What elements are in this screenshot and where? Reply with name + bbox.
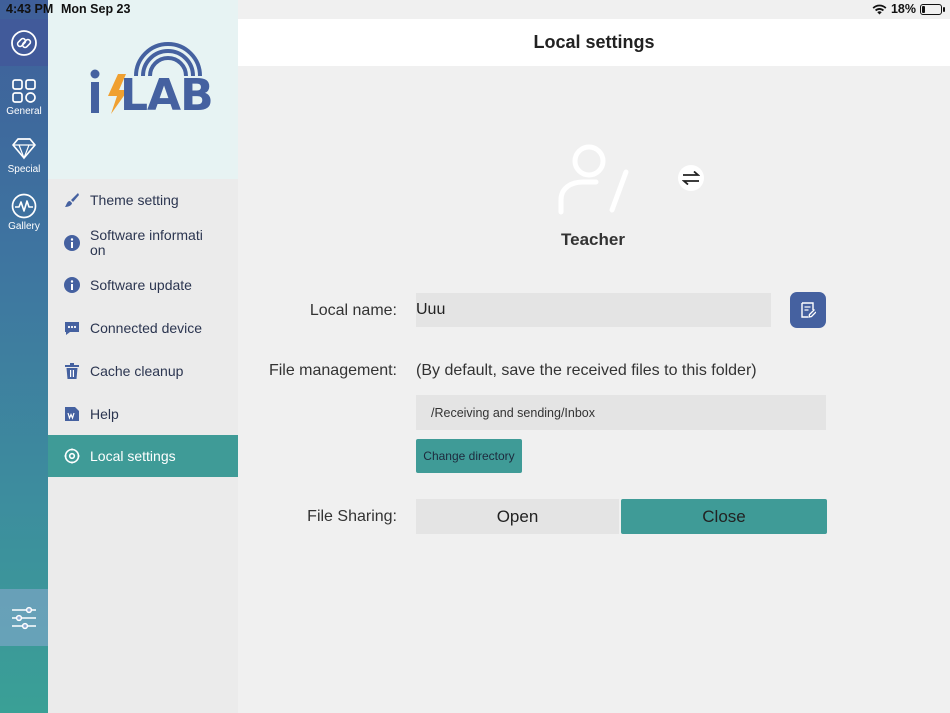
directory-path: /Receiving and sending/Inbox (431, 405, 596, 420)
teacher-avatar (556, 142, 632, 223)
change-directory-button[interactable]: Change directory (416, 439, 522, 473)
menu-item-software-update[interactable]: Software update (48, 264, 238, 306)
file-management-label: File management: (268, 362, 397, 379)
grid-icon (12, 79, 36, 103)
status-date: Mon Sep 23 (61, 2, 131, 16)
swap-arrows-icon (682, 171, 700, 185)
logo-area: LAB i (48, 0, 238, 179)
status-time: 4:43 PM (6, 2, 54, 16)
menu-item-connected-device[interactable]: Connected device (48, 307, 238, 349)
wave-icon (11, 193, 37, 219)
edit-icon (801, 302, 816, 318)
settings-menu: LAB i Theme setting Software information… (48, 0, 238, 713)
diamond-icon (12, 138, 36, 160)
menu-item-help[interactable]: Help (48, 393, 238, 435)
menu-item-label: Local settings (90, 448, 176, 464)
page-title: Local settings (238, 19, 950, 66)
menu-item-theme-setting[interactable]: Theme setting (48, 179, 238, 221)
rail-item-general[interactable]: General (0, 72, 48, 128)
teacher-user-icon (558, 144, 629, 215)
menu-item-label: Help (90, 406, 119, 422)
chat-icon (64, 320, 80, 336)
rail-item-label: Special (7, 164, 41, 175)
document-icon (64, 406, 80, 422)
navigation-rail: General Special Gallery (0, 0, 48, 713)
logo-text: LAB (120, 74, 214, 118)
trash-icon (64, 363, 80, 379)
rail-item-special[interactable]: Special (0, 130, 48, 186)
edit-name-button[interactable] (790, 292, 826, 328)
wifi-icon (872, 4, 887, 14)
menu-item-label: Connected device (90, 320, 203, 336)
menu-item-label: Theme setting (90, 192, 179, 208)
info-icon (64, 277, 80, 293)
file-sharing-label: File Sharing: (307, 508, 397, 525)
info-icon (64, 235, 80, 251)
sharing-close-button[interactable]: Close (621, 499, 827, 534)
brush-icon (64, 192, 80, 208)
menu-item-label: Software informati on (90, 227, 203, 258)
local-name-input[interactable]: Uuu (416, 293, 771, 327)
menu-item-software-information[interactable]: Software informati on (48, 221, 238, 265)
gear-icon (64, 448, 80, 464)
rail-item-gallery[interactable]: Gallery (0, 187, 48, 243)
menu-item-cache-cleanup[interactable]: Cache cleanup (48, 350, 238, 392)
switch-role-button[interactable] (678, 165, 704, 191)
status-indicators: 18% (872, 2, 945, 16)
sliders-icon (12, 606, 36, 629)
battery-fill (922, 5, 925, 13)
battery-icon (920, 3, 945, 15)
file-management-note: (By default, save the received files to … (416, 362, 757, 379)
rail-settings-button[interactable] (0, 589, 48, 646)
logo-lab-text: LAB (120, 70, 214, 121)
rail-item-label: Gallery (8, 221, 40, 232)
menu-item-label: Cache cleanup (90, 363, 184, 379)
menu-item-local-settings[interactable]: Local settings (48, 435, 238, 477)
status-bar: 4:43 PM Mon Sep 23 18% (0, 0, 950, 19)
local-name-label: Local name: (309, 302, 397, 319)
sharing-open-button[interactable]: Open (416, 499, 619, 534)
menu-item-label: Software update (90, 277, 192, 293)
link-icon (11, 29, 37, 56)
rail-item-label: General (6, 106, 42, 117)
battery-percent: 18% (890, 2, 916, 16)
role-name: Teacher (561, 230, 625, 249)
main-content: Local settings Teacher Local name: Uuu F… (238, 0, 950, 713)
rail-home-button[interactable] (0, 19, 48, 66)
local-name-value: Uuu (416, 301, 446, 318)
directory-path-field[interactable]: /Receiving and sending/Inbox (416, 395, 826, 430)
